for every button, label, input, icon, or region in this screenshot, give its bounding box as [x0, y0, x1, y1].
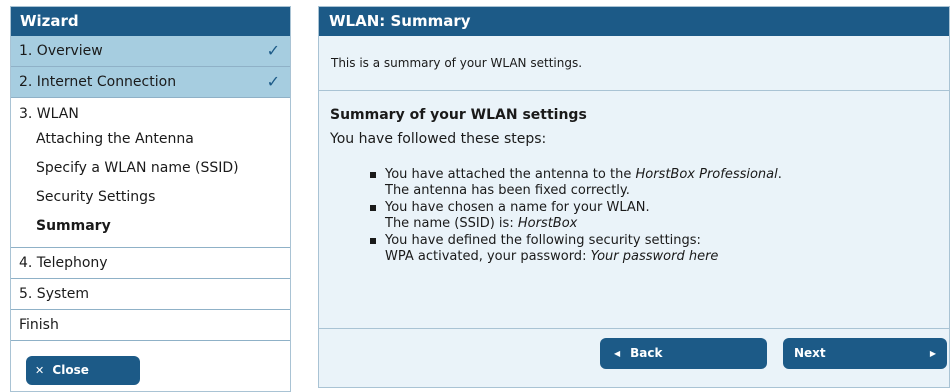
arrow-right-icon: ▶ — [929, 349, 936, 358]
step-finish[interactable]: Finish — [11, 310, 290, 341]
bullet-icon — [370, 172, 376, 178]
sidebar-title: Wizard — [11, 7, 290, 36]
panel-intro: This is a summary of your WLAN settings. — [319, 36, 949, 91]
checkmark-icon: ✓ — [266, 41, 280, 60]
next-button[interactable]: Next ▶ — [783, 338, 947, 369]
panel-footer: ◀ Back Next ▶ — [319, 327, 949, 387]
step-overview[interactable]: 1. Overview ✓ — [11, 36, 290, 67]
next-label: Next — [794, 346, 826, 360]
close-label: Close — [52, 363, 89, 377]
step-label: Finish — [19, 317, 59, 333]
step-group-wlan: 3. WLAN Attaching the Antenna Specify a … — [11, 98, 290, 248]
step-wlan[interactable]: 3. WLAN — [19, 103, 290, 125]
step-label: 5. System — [19, 286, 90, 302]
bullet-icon — [370, 238, 376, 244]
wizard-sidebar: Wizard 1. Overview ✓ 2. Internet Connect… — [10, 6, 291, 392]
summary-panel: WLAN: Summary This is a summary of your … — [318, 6, 950, 388]
list-item: You have defined the following security … — [370, 233, 949, 264]
close-icon: ✕ — [35, 364, 45, 377]
summary-heading: Summary of your WLAN settings — [330, 107, 587, 123]
checkmark-icon: ✓ — [266, 72, 280, 91]
step-label: 2. Internet Connection — [19, 74, 177, 90]
substep-security-settings[interactable]: Security Settings — [19, 183, 290, 212]
back-button[interactable]: ◀ Back — [600, 338, 767, 369]
step-system[interactable]: 5. System — [11, 279, 290, 310]
step-label: 1. Overview — [19, 43, 103, 59]
arrow-left-icon: ◀ — [614, 349, 621, 358]
panel-body: Summary of your WLAN settings You have f… — [319, 91, 949, 329]
step-label: 4. Telephony — [19, 255, 108, 271]
bullet-icon — [370, 205, 376, 211]
list-item: You have chosen a name for your WLAN. Th… — [370, 200, 949, 231]
step-internet-connection[interactable]: 2. Internet Connection ✓ — [11, 67, 290, 98]
substep-attaching-antenna[interactable]: Attaching the Antenna — [19, 125, 290, 154]
list-item: You have attached the antenna to the Hor… — [370, 167, 949, 198]
step-telephony[interactable]: 4. Telephony — [11, 248, 290, 279]
close-button[interactable]: ✕ Close — [26, 356, 140, 385]
substep-summary[interactable]: Summary — [19, 212, 290, 241]
back-label: Back — [630, 346, 663, 360]
summary-subtext: You have followed these steps: — [330, 131, 547, 147]
panel-title: WLAN: Summary — [319, 7, 949, 36]
summary-list: You have attached the antenna to the Hor… — [330, 167, 949, 264]
substep-specify-ssid[interactable]: Specify a WLAN name (SSID) — [19, 154, 290, 183]
